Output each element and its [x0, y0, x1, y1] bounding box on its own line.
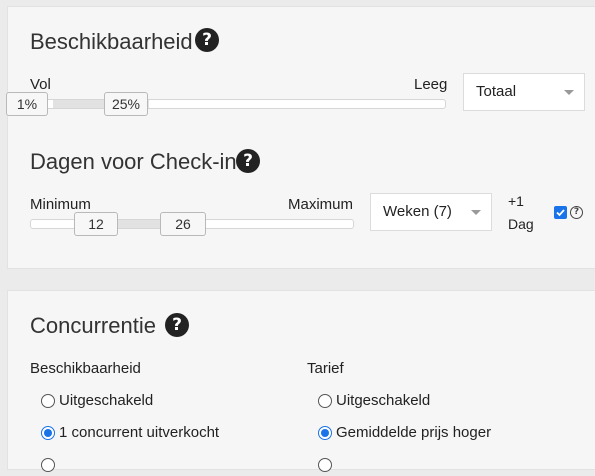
competition-availability-label: Beschikbaarheid: [30, 360, 141, 377]
competition-rate-label: Tarief: [307, 360, 344, 377]
availability-slider-track[interactable]: [30, 99, 446, 109]
checkin-title: Dagen voor Check-in: [30, 149, 237, 174]
checkin-high-handle[interactable]: 26: [160, 212, 206, 236]
radio-button[interactable]: [41, 426, 55, 440]
availability-type-value: Totaal: [476, 83, 517, 100]
plus-one-label: +1: [508, 193, 524, 209]
availability-title: Beschikbaarheid: [30, 29, 193, 54]
plus-one-help-icon[interactable]: ?: [570, 206, 583, 219]
chevron-down-icon: [471, 210, 481, 215]
checkin-low-handle[interactable]: 12: [74, 212, 118, 236]
availability-option-disabled[interactable]: Uitgeschakeld: [41, 392, 241, 412]
availability-type-select[interactable]: Totaal: [463, 73, 585, 111]
radio-label: Gemiddelde prijs hoger: [336, 424, 492, 441]
availability-help-icon[interactable]: ?: [195, 28, 219, 52]
competition-panel: Concurrentie ? Beschikbaarheid Tarief Ui…: [7, 290, 595, 472]
day-label: Dag: [508, 216, 534, 232]
radio-label: 1 concurrent uitverkocht: [59, 424, 220, 441]
rate-option-next[interactable]: [318, 456, 338, 476]
radio-label: Uitgeschakeld: [59, 392, 154, 409]
availability-high-handle[interactable]: 25%: [104, 92, 148, 116]
checkin-unit-value: Weken (7): [383, 203, 452, 220]
availability-low-handle[interactable]: 1%: [6, 92, 48, 116]
radio-button[interactable]: [41, 458, 55, 472]
radio-button[interactable]: [318, 394, 332, 408]
rate-option-disabled[interactable]: Uitgeschakeld: [318, 392, 518, 412]
competition-title: Concurrentie: [30, 313, 156, 338]
checkin-help-icon[interactable]: ?: [236, 149, 260, 173]
radio-button[interactable]: [318, 426, 332, 440]
radio-button[interactable]: [318, 458, 332, 472]
checkin-min-label: Minimum: [30, 196, 91, 213]
availability-option-next[interactable]: [41, 456, 61, 476]
checkin-unit-select[interactable]: Weken (7): [370, 193, 492, 231]
rate-option-average-higher[interactable]: Gemiddelde prijs hoger: [318, 424, 518, 444]
radio-button[interactable]: [41, 394, 55, 408]
radio-label: Uitgeschakeld: [336, 392, 431, 409]
plus-one-day-checkbox[interactable]: [554, 206, 567, 219]
availability-panel: Beschikbaarheid ? Vol Leeg 1% 25% Totaal…: [6, 6, 595, 269]
availability-option-one-sold-out[interactable]: 1 concurrent uitverkocht: [41, 424, 261, 444]
competition-help-icon[interactable]: ?: [165, 313, 189, 337]
check-icon: [556, 209, 565, 217]
availability-min-label: Vol: [30, 76, 51, 93]
checkin-max-label: Maximum: [288, 196, 354, 213]
chevron-down-icon: [564, 90, 574, 95]
availability-max-label: Leeg: [414, 76, 448, 93]
